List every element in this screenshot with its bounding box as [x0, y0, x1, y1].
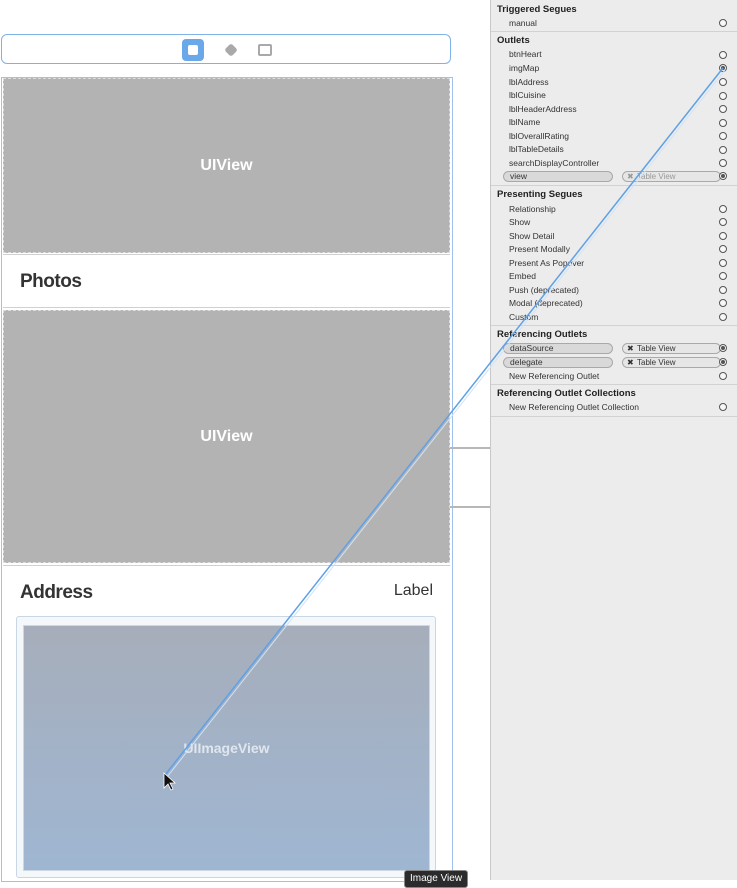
connection-circle[interactable] [719, 245, 727, 253]
connection-circle[interactable] [719, 259, 727, 267]
connection-circle[interactable] [719, 78, 727, 86]
outlet-lblHeaderAddress: lblHeaderAddress [509, 104, 577, 114]
outlet-btnHeart: btnHeart [509, 49, 542, 59]
upper-uiview[interactable]: UIView [3, 78, 450, 253]
connections-inspector: Triggered Segues manual Outlets btnHeart… [490, 0, 737, 880]
ref-outlet-delegate-target-label: Table View [637, 358, 676, 367]
ref-outlet-datasource-target-label: Table View [637, 344, 676, 353]
outlet-imgMap: imgMap [509, 63, 540, 73]
triggered-segues-header: Triggered Segues [497, 4, 577, 15]
new-referencing-outlet: New Referencing Outlet [509, 371, 600, 381]
connection-circle[interactable] [719, 132, 727, 140]
connection-circle[interactable] [719, 372, 727, 380]
ref-outlet-datasource-target[interactable]: ✖ Table View [622, 343, 721, 354]
segue-show-detail: Show Detail [509, 231, 555, 241]
upper-uiview-label: UIView [200, 156, 253, 174]
first-responder-icon[interactable] [220, 39, 242, 61]
lower-uiview[interactable]: UIView [3, 310, 450, 563]
connection-circle[interactable] [719, 232, 727, 240]
new-referencing-outlet-collection: New Referencing Outlet Collection [509, 402, 639, 412]
connection-circle[interactable] [719, 218, 727, 226]
canvas-segment-line [450, 447, 490, 449]
outlet-lblAddress: lblAddress [509, 77, 549, 87]
connection-circle[interactable] [719, 403, 727, 411]
connection-circle[interactable] [719, 92, 727, 100]
segue-modal: Modal (deprecated) [509, 298, 583, 308]
ref-outlet-delegate[interactable]: delegate [503, 357, 613, 368]
connection-circle[interactable] [719, 146, 727, 154]
presenting-segues-header: Presenting Segues [497, 189, 583, 200]
connection-circle[interactable] [719, 299, 727, 307]
outlet-view-pill[interactable]: view [503, 171, 613, 182]
referencing-outlets-header: Referencing Outlets [497, 329, 588, 340]
outlet-searchDisplayController: searchDisplayController [509, 158, 600, 168]
outlet-lblOverallRating: lblOverallRating [509, 131, 569, 141]
segue-embed: Embed [509, 271, 536, 281]
connection-circle-active[interactable] [719, 344, 727, 352]
remove-connection-icon[interactable]: ✖ [627, 358, 634, 367]
section-divider [491, 31, 737, 32]
connection-circle[interactable] [719, 205, 727, 213]
segue-custom: Custom [509, 312, 539, 322]
connection-circle[interactable] [719, 105, 727, 113]
referencing-outlet-collections-header: Referencing Outlet Collections [497, 388, 636, 399]
exit-icon[interactable] [254, 39, 276, 61]
map-image-view[interactable]: UIImageView [23, 625, 430, 871]
connection-circle[interactable] [719, 272, 727, 280]
lower-uiview-label: UIView [200, 427, 253, 445]
address-title[interactable]: Address [20, 582, 93, 604]
view-controller-icon[interactable] [182, 39, 204, 61]
connection-circle-active[interactable] [719, 172, 727, 180]
outlet-lblTableDetails: lblTableDetails [509, 144, 564, 154]
image-view-tooltip: Image View [404, 870, 469, 888]
connection-circle[interactable] [719, 19, 727, 27]
connection-circle-active[interactable] [719, 64, 727, 72]
ref-outlet-delegate-target[interactable]: ✖ Table View [622, 357, 721, 368]
image-view-label: UIImageView [183, 740, 270, 756]
section-divider [491, 185, 737, 186]
cell-divider [3, 254, 450, 255]
segue-manual: manual [509, 18, 537, 28]
outlet-lblCuisine: lblCuisine [509, 90, 546, 100]
remove-connection-icon[interactable]: ✖ [627, 344, 634, 353]
photos-title[interactable]: Photos [20, 271, 82, 293]
segue-present-modally: Present Modally [509, 244, 570, 254]
outlet-view-target[interactable]: ✖ Table View [622, 171, 721, 182]
connection-circle[interactable] [719, 159, 727, 167]
canvas-segment-line [450, 506, 490, 508]
outlets-header: Outlets [497, 35, 530, 46]
storyboard-canvas[interactable]: UIView Photos UIView Address Label UIIma… [0, 0, 490, 888]
segue-push: Push (deprecated) [509, 285, 579, 295]
connection-circle[interactable] [719, 51, 727, 59]
section-divider [491, 325, 737, 326]
remove-connection-icon[interactable]: ✖ [627, 172, 634, 181]
outlet-view-target-label: Table View [637, 172, 676, 181]
connection-circle[interactable] [719, 313, 727, 321]
ref-outlet-datasource[interactable]: dataSource [503, 343, 613, 354]
segue-present-as-popover: Present As Popover [509, 258, 585, 268]
cell-divider [3, 565, 450, 566]
segue-relationship: Relationship [509, 204, 556, 214]
connection-circle-active[interactable] [719, 358, 727, 366]
connection-circle[interactable] [719, 119, 727, 127]
address-label[interactable]: Label [394, 582, 433, 600]
connection-circle[interactable] [719, 286, 727, 294]
section-divider [491, 416, 737, 417]
section-divider [491, 384, 737, 385]
outlet-lblName: lblName [509, 117, 541, 127]
scene-dock [1, 34, 451, 64]
cell-divider [3, 307, 450, 308]
segue-show: Show [509, 217, 531, 227]
